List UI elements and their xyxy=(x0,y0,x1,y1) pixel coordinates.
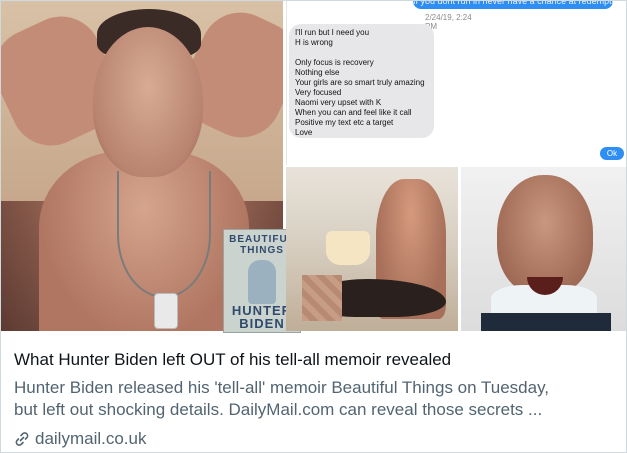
card-title[interactable]: What Hunter Biden left OUT of his tell-a… xyxy=(14,350,614,370)
selfie-photo xyxy=(461,167,626,331)
message-line: H is wrong xyxy=(295,38,333,47)
message-line: I'll run but I need you xyxy=(295,28,370,37)
book-cover-child-figure xyxy=(248,260,276,304)
card-description[interactable]: Hunter Biden released his 'tell-all' mem… xyxy=(14,377,619,421)
dog-tag xyxy=(154,293,178,329)
pixelated-face xyxy=(302,275,342,321)
incoming-message-bubble: I'll run but I need you H is wrong Only … xyxy=(289,24,434,138)
necklace-chain xyxy=(117,171,211,298)
party-photo xyxy=(286,167,458,331)
lamp xyxy=(326,231,370,265)
message-line: Love xyxy=(295,128,313,137)
message-line xyxy=(295,48,428,58)
message-line: Only focus is recovery xyxy=(295,58,374,67)
message-line: Your girls are so smart truly amazing xyxy=(295,78,425,87)
message-line: Naomi very upset with K xyxy=(295,98,382,107)
card-image-collage[interactable]: BEAUTIFUL THINGS HUNTER BIDEN If you don… xyxy=(1,1,626,333)
card-domain: dailymail.co.uk xyxy=(35,429,147,448)
message-line: Positive my text etc a target xyxy=(295,118,394,127)
link-icon xyxy=(14,431,30,447)
message-line: Nothing else xyxy=(295,68,340,77)
outgoing-message-bubble: If you dont run in never have a chance a… xyxy=(413,1,613,9)
text-message-screenshot: If you dont run in never have a chance a… xyxy=(286,1,626,165)
description-line: but left out shocking details. DailyMail… xyxy=(14,400,543,419)
photo-head xyxy=(93,27,203,177)
shirt xyxy=(481,313,611,331)
description-line: Hunter Biden released his 'tell-all' mem… xyxy=(14,378,550,397)
message-line: When you can and feel like it call xyxy=(295,108,412,117)
message-timestamp: 2/24/19, 2:24 PM xyxy=(425,13,472,31)
message-line: Very focused xyxy=(295,88,342,97)
ok-button: Ok xyxy=(600,147,624,160)
link-preview-card[interactable]: BEAUTIFUL THINGS HUNTER BIDEN If you don… xyxy=(0,0,627,453)
card-domain-link[interactable]: dailymail.co.uk xyxy=(14,429,147,449)
